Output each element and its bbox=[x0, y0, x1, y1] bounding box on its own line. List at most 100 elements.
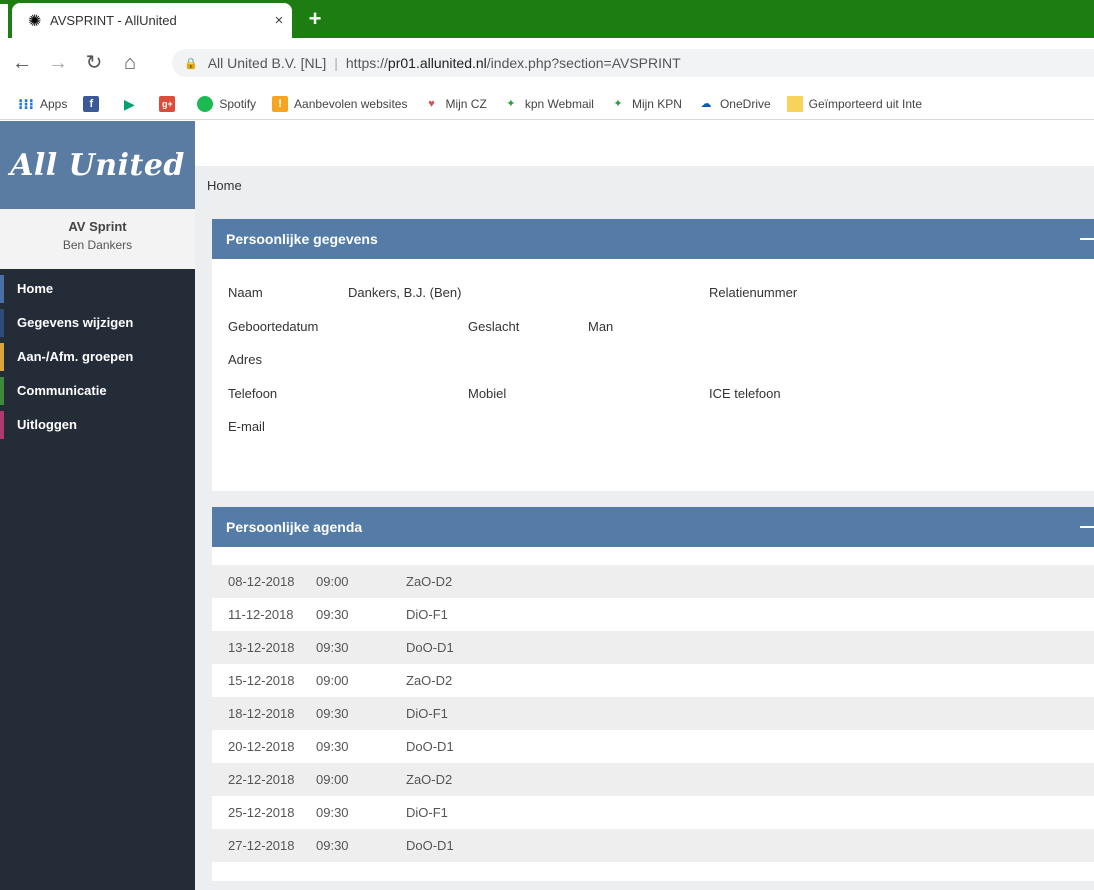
onedrive-cloud-icon: ☁ bbox=[700, 97, 712, 110]
agenda-date: 18-12-2018 bbox=[228, 706, 295, 721]
breadcrumb[interactable]: Home bbox=[207, 178, 242, 193]
bookmark-mijn-cz[interactable]: ♥ Mijn CZ bbox=[423, 96, 487, 112]
bookmark-play[interactable]: ▶ bbox=[121, 96, 143, 112]
address-separator: | bbox=[334, 55, 338, 71]
bookmark-spotify[interactable]: Spotify bbox=[197, 95, 257, 112]
agenda-date: 22-12-2018 bbox=[228, 772, 295, 787]
menu-accent-bar bbox=[0, 377, 4, 405]
facebook-icon: f bbox=[83, 95, 100, 112]
bookmark-label: Apps bbox=[40, 96, 68, 111]
main-content: Home Persoonlijke gegevens Naam Dankers,… bbox=[195, 121, 1094, 890]
panel-title: Persoonlijke agenda bbox=[226, 519, 363, 535]
recommended-sites-icon: ! bbox=[272, 95, 289, 112]
agenda-time: 09:30 bbox=[316, 838, 349, 853]
bookmark-label: Aanbevolen websites bbox=[294, 96, 408, 111]
mobiel-label: Mobiel bbox=[468, 386, 507, 401]
user-info: AV Sprint Ben Dankers bbox=[0, 209, 195, 269]
back-arrow-icon[interactable]: ← bbox=[8, 49, 36, 77]
naam-value: Dankers, B.J. (Ben) bbox=[348, 285, 462, 300]
apps-grid-icon: ⁝⁝⁝ bbox=[18, 95, 34, 112]
sidebar-item-gegevens-wijzigen[interactable]: Gegevens wijzigen bbox=[0, 309, 195, 343]
bookmark-facebook[interactable]: f bbox=[83, 95, 105, 112]
bookmark-label: Spotify bbox=[219, 96, 257, 111]
close-tab-icon[interactable]: × bbox=[266, 12, 292, 29]
ice-telefoon-label: ICE telefoon bbox=[709, 386, 781, 401]
cz-icon: ♥ bbox=[428, 97, 435, 110]
bookmark-label: Mijn KPN bbox=[631, 96, 682, 111]
agenda-group: ZaO-D2 bbox=[406, 673, 453, 688]
agenda-row[interactable]: 11-12-2018 09:30 DiO-F1 bbox=[212, 598, 1094, 631]
agenda-row[interactable]: 13-12-2018 09:30 DoO-D1 bbox=[212, 631, 1094, 664]
agenda-time: 09:30 bbox=[316, 739, 349, 754]
relatienummer-label: Relatienummer bbox=[709, 285, 798, 300]
geslacht-label: Geslacht bbox=[468, 319, 520, 334]
personal-agenda-panel: Persoonlijke agenda 08-12-2018 09:00 ZaO-D… bbox=[212, 507, 1094, 881]
collapse-minus-icon[interactable] bbox=[1080, 526, 1094, 528]
google-plus-icon: g+ bbox=[159, 95, 176, 112]
lock-icon[interactable]: 🔒 bbox=[184, 57, 198, 70]
agenda-row[interactable]: 22-12-2018 09:00 ZaO-D2 bbox=[212, 763, 1094, 796]
agenda-row[interactable]: 27-12-2018 09:30 DoO-D1 bbox=[212, 829, 1094, 862]
naam-label: Naam bbox=[228, 285, 263, 300]
folder-icon bbox=[786, 95, 803, 112]
agenda-time: 09:00 bbox=[316, 673, 349, 688]
new-tab-button[interactable]: + bbox=[302, 6, 328, 32]
agenda-row[interactable]: 08-12-2018 09:00 ZaO-D2 bbox=[212, 565, 1094, 598]
agenda-group: DiO-F1 bbox=[406, 607, 448, 622]
browser-tab-active[interactable]: ✺ AVSPRINT - AllUnited × bbox=[12, 3, 292, 38]
email-label: E-mail bbox=[228, 419, 265, 434]
agenda-list: 08-12-2018 09:00 ZaO-D2 11-12-2018 09:30 DiO… bbox=[212, 565, 1094, 862]
sidebar-menu: Home Gegevens wijzigen Aan-/Afm. groepen… bbox=[0, 269, 195, 445]
agenda-group: DiO-F1 bbox=[406, 805, 448, 820]
sidebar: All United AV Sprint Ben Dankers Home Ge… bbox=[0, 121, 195, 890]
sidebar-item-home[interactable]: Home bbox=[0, 275, 195, 309]
url-domain: pr01.allunited.nl bbox=[387, 55, 487, 71]
bookmarks-bar: ⁝⁝⁝ Apps f ▶ g+ Spotify ! Aanbevolen websi… bbox=[0, 88, 1094, 120]
allunited-logo[interactable]: All United bbox=[0, 121, 195, 209]
bookmark-google-plus[interactable]: g+ bbox=[159, 95, 181, 112]
agenda-date: 20-12-2018 bbox=[228, 739, 295, 754]
kpn-icon: ✦ bbox=[613, 97, 623, 110]
reload-icon[interactable]: ↻ bbox=[80, 49, 108, 77]
sidebar-item-communicatie[interactable]: Communicatie bbox=[0, 377, 195, 411]
browser-tab-strip: ✺ AVSPRINT - AllUnited × + bbox=[0, 0, 1094, 38]
agenda-row[interactable]: 15-12-2018 09:00 ZaO-D2 bbox=[212, 664, 1094, 697]
bookmark-onedrive[interactable]: ☁ OneDrive bbox=[698, 96, 771, 112]
sidebar-item-aan-afm-groepen[interactable]: Aan-/Afm. groepen bbox=[0, 343, 195, 377]
agenda-row[interactable]: 18-12-2018 09:30 DiO-F1 bbox=[212, 697, 1094, 730]
bookmark-label: Geïmporteerd uit Inte bbox=[808, 96, 923, 111]
url-prefix: https:// bbox=[345, 55, 388, 71]
agenda-row[interactable]: 20-12-2018 09:30 DoO-D1 bbox=[212, 730, 1094, 763]
menu-accent-bar bbox=[0, 343, 4, 371]
bookmark-mijn-kpn[interactable]: ✦ Mijn KPN bbox=[610, 96, 682, 112]
sidebar-item-label: Home bbox=[17, 281, 54, 296]
agenda-date: 15-12-2018 bbox=[228, 673, 295, 688]
kpn-icon: ✦ bbox=[506, 97, 516, 110]
forward-arrow-icon[interactable]: → bbox=[44, 49, 72, 77]
agenda-group: DoO-D1 bbox=[406, 640, 454, 655]
agenda-date: 25-12-2018 bbox=[228, 805, 295, 820]
telefoon-label: Telefoon bbox=[228, 386, 278, 401]
bookmark-imported-folder[interactable]: Geïmporteerd uit Inte bbox=[786, 95, 923, 112]
home-icon[interactable]: ⌂ bbox=[116, 49, 144, 77]
bookmark-apps[interactable]: ⁝⁝⁝ Apps bbox=[18, 96, 67, 112]
site-info-label: All United B.V. [NL] bbox=[207, 55, 327, 71]
address-bar[interactable]: 🔒 All United B.V. [NL] | https://pr01.al… bbox=[172, 49, 1094, 77]
tab-title: AVSPRINT - AllUnited bbox=[50, 13, 177, 28]
agenda-time: 09:30 bbox=[316, 706, 349, 721]
panel-header: Persoonlijke gegevens bbox=[212, 219, 1094, 259]
bookmark-label: OneDrive bbox=[719, 96, 771, 111]
club-name: AV Sprint bbox=[68, 219, 127, 234]
menu-accent-bar bbox=[0, 309, 4, 337]
panel-header: Persoonlijke agenda bbox=[212, 507, 1094, 547]
sidebar-item-label: Communicatie bbox=[17, 383, 107, 398]
agenda-group: ZaO-D2 bbox=[406, 574, 453, 589]
agenda-row[interactable]: 25-12-2018 09:30 DiO-F1 bbox=[212, 796, 1094, 829]
agenda-group: DiO-F1 bbox=[406, 706, 448, 721]
collapse-minus-icon[interactable] bbox=[1080, 238, 1094, 240]
bookmark-aanbevolen[interactable]: ! Aanbevolen websites bbox=[272, 95, 408, 112]
menu-accent-bar bbox=[0, 275, 4, 303]
bookmark-kpn-webmail[interactable]: ✦ kpn Webmail bbox=[503, 96, 594, 112]
sidebar-item-uitloggen[interactable]: Uitloggen bbox=[0, 411, 195, 445]
agenda-date: 08-12-2018 bbox=[228, 574, 295, 589]
